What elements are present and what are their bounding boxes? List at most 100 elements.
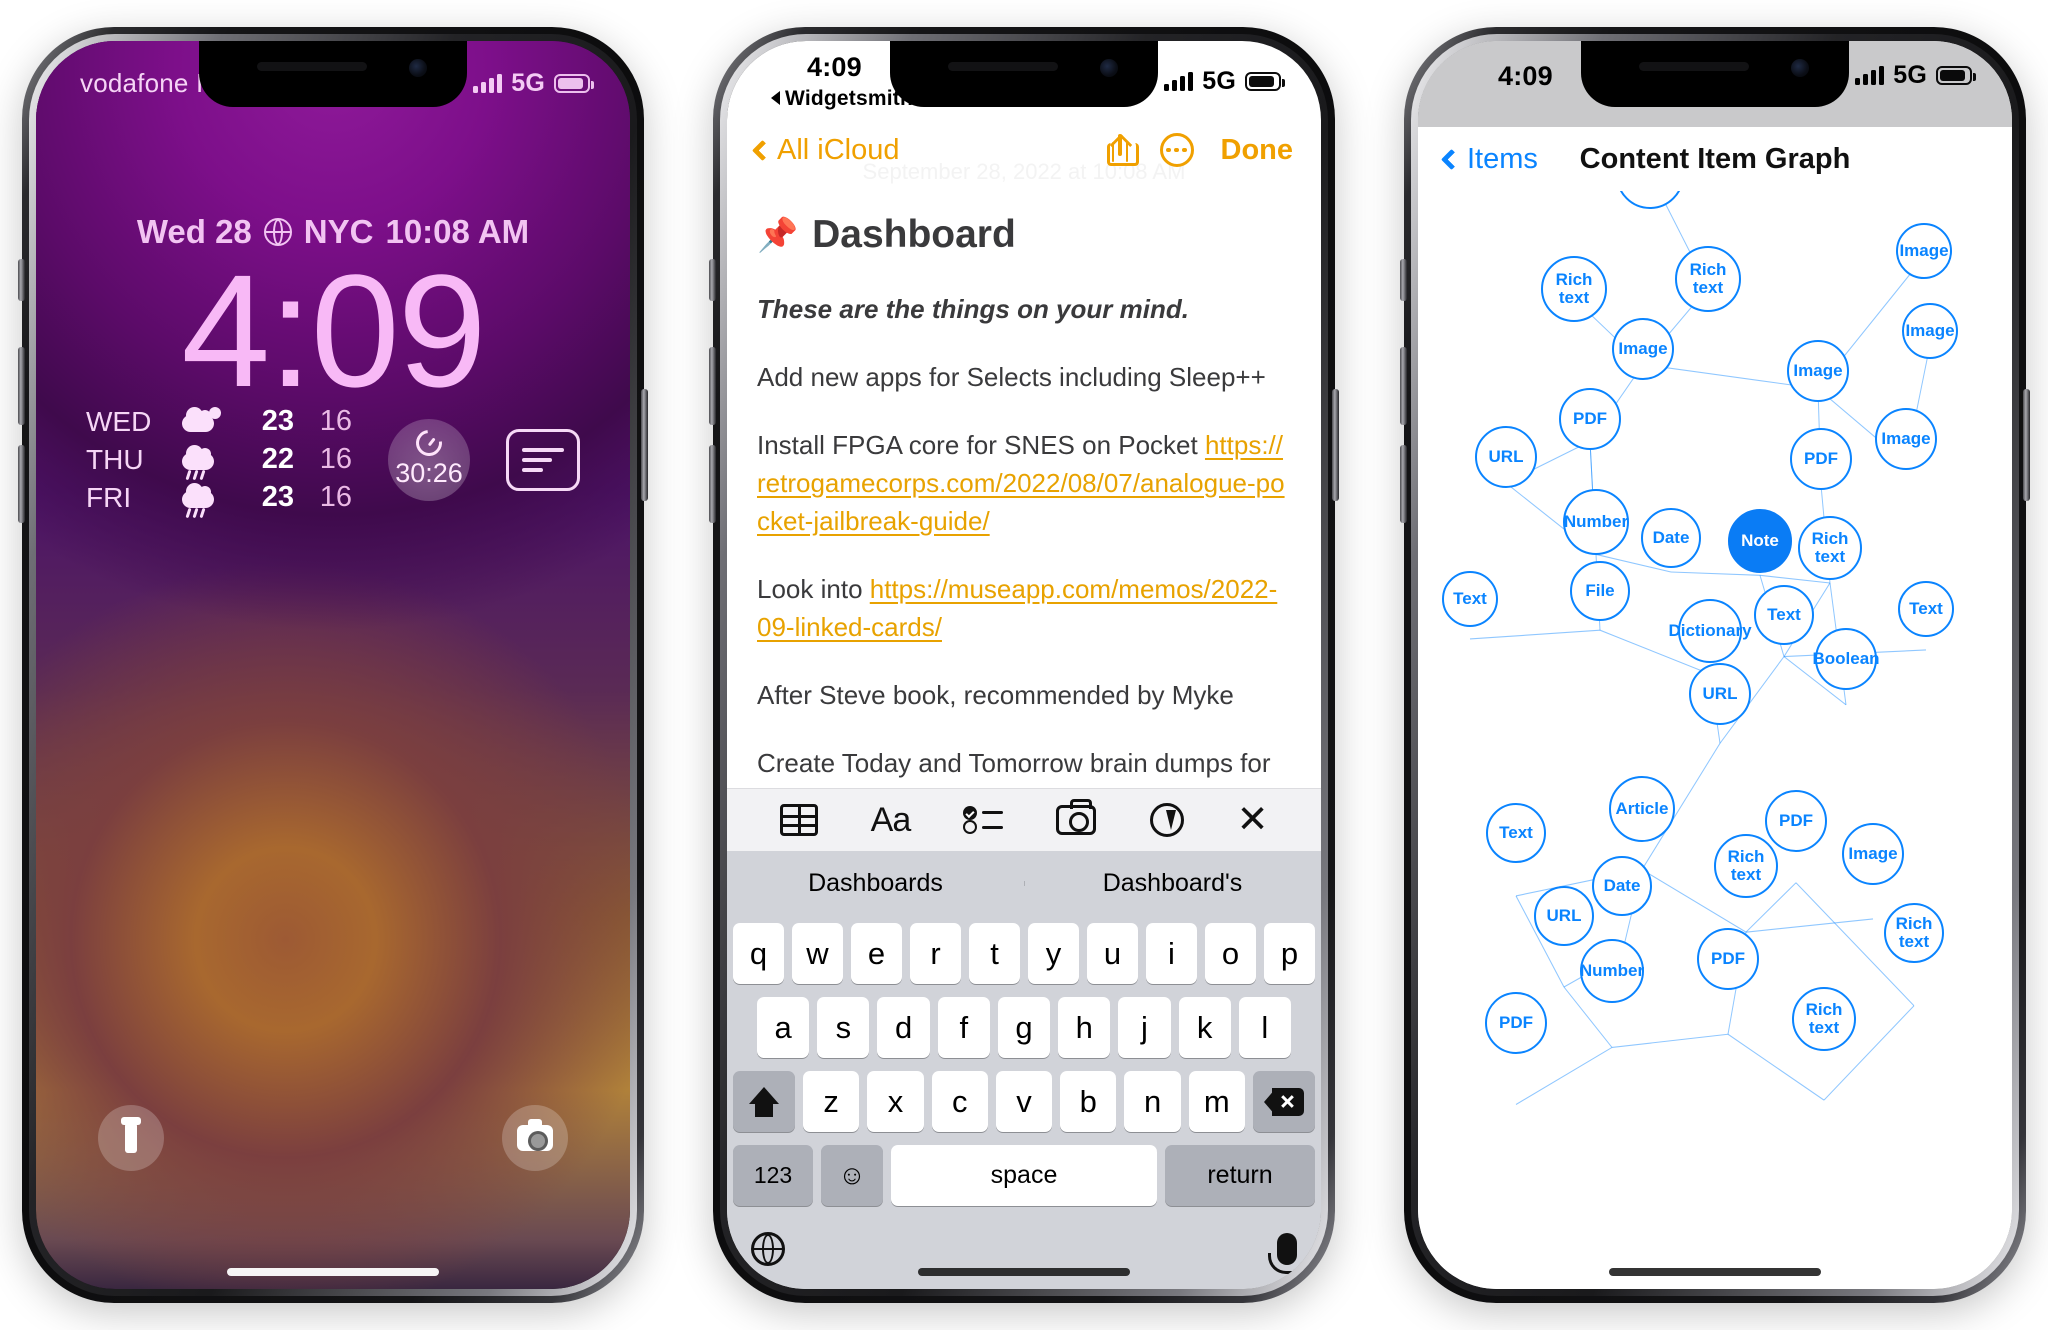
key-p[interactable]: p	[1264, 923, 1315, 984]
emoji-key[interactable]: ☺	[821, 1145, 883, 1206]
graph-node[interactable]: Date	[1592, 856, 1652, 916]
graph-node[interactable]: PDF	[1559, 388, 1621, 450]
graph-node[interactable]: PDF	[1485, 992, 1547, 1054]
flashlight-button[interactable]	[98, 1105, 164, 1171]
volume-up-button[interactable]	[709, 347, 716, 425]
power-button[interactable]	[1332, 389, 1339, 501]
weather-widget[interactable]: WED 23 16 THU 22 16 FRI 23 16	[86, 405, 352, 518]
graph-node[interactable]: Rich text	[1792, 987, 1856, 1051]
graph-node[interactable]: Image	[1875, 408, 1937, 470]
mute-switch[interactable]	[18, 259, 25, 301]
graph-node[interactable]: Note	[1728, 509, 1792, 573]
key-a[interactable]: a	[757, 997, 810, 1058]
key-b[interactable]: b	[1060, 1071, 1117, 1132]
home-indicator[interactable]	[918, 1268, 1130, 1276]
camera-icon[interactable]	[1056, 799, 1097, 835]
graph-node[interactable]: File	[1570, 561, 1630, 621]
numbers-key[interactable]: 123	[733, 1145, 813, 1206]
mute-switch[interactable]	[709, 259, 716, 301]
graph-node[interactable]: Boolean	[1812, 628, 1880, 690]
graph-node[interactable]: Number	[1580, 939, 1644, 1003]
share-icon[interactable]	[1106, 133, 1139, 166]
key-x[interactable]: x	[867, 1071, 924, 1132]
graph-node[interactable]: Image	[1896, 223, 1952, 279]
prediction-item[interactable]: Dashboards	[727, 869, 1024, 898]
home-indicator[interactable]	[227, 1268, 439, 1276]
graph-node[interactable]: Rich text	[1675, 246, 1741, 312]
graph-node[interactable]: Date	[1641, 508, 1701, 568]
key-r[interactable]: r	[910, 923, 961, 984]
volume-up-button[interactable]	[1400, 347, 1407, 425]
shift-key[interactable]	[733, 1071, 796, 1132]
graph-canvas[interactable]: PDFRich textRich textImageImagePDFPDFURL…	[1418, 191, 2012, 1289]
graph-node[interactable]: PDF	[1697, 928, 1759, 990]
key-c[interactable]: c	[931, 1071, 988, 1132]
table-icon[interactable]	[779, 804, 818, 836]
timer-widget[interactable]: 30:26	[388, 418, 470, 501]
graph-node[interactable]: Rich text	[1798, 516, 1862, 580]
graph-node[interactable]: Text	[1486, 803, 1546, 863]
return-key[interactable]: return	[1165, 1145, 1315, 1206]
key-i[interactable]: i	[1146, 923, 1197, 984]
key-t[interactable]: t	[969, 923, 1020, 984]
key-h[interactable]: h	[1058, 997, 1111, 1058]
key-l[interactable]: l	[1238, 997, 1291, 1058]
done-button[interactable]: Done	[1221, 134, 1294, 167]
key-k[interactable]: k	[1178, 997, 1231, 1058]
key-z[interactable]: z	[803, 1071, 860, 1132]
power-button[interactable]	[641, 389, 648, 501]
key-w[interactable]: w	[792, 923, 843, 984]
graph-node[interactable]: URL	[1689, 663, 1751, 725]
back-to-items-button[interactable]: Items	[1440, 143, 1538, 176]
prediction-item[interactable]: Dashboard's	[1024, 869, 1321, 898]
key-o[interactable]: o	[1205, 923, 1256, 984]
more-circle-icon[interactable]	[1159, 133, 1194, 167]
volume-up-button[interactable]	[18, 347, 25, 425]
graph-node[interactable]: Rich text	[1714, 834, 1778, 898]
graph-node[interactable]: Rich text	[1541, 256, 1607, 322]
mute-switch[interactable]	[1400, 259, 1407, 301]
space-key[interactable]: space	[891, 1145, 1157, 1206]
notes-widget[interactable]	[506, 428, 580, 491]
graph-node[interactable]: Image	[1842, 823, 1904, 885]
key-s[interactable]: s	[817, 997, 870, 1058]
camera-button[interactable]	[502, 1105, 568, 1171]
checklist-icon[interactable]	[963, 805, 1004, 835]
graph-node[interactable]: Image	[1902, 303, 1958, 359]
graph-node[interactable]: Image	[1787, 340, 1849, 402]
key-f[interactable]: f	[937, 997, 990, 1058]
graph-node[interactable]: URL	[1475, 426, 1537, 488]
key-u[interactable]: u	[1087, 923, 1138, 984]
graph-node[interactable]: Text	[1442, 571, 1498, 627]
key-d[interactable]: d	[877, 997, 930, 1058]
close-icon[interactable]: ✕	[1237, 801, 1269, 839]
graph-node[interactable]: PDF	[1765, 790, 1827, 852]
key-e[interactable]: e	[851, 923, 902, 984]
key-n[interactable]: n	[1124, 1071, 1181, 1132]
home-indicator[interactable]	[1609, 1268, 1821, 1276]
volume-down-button[interactable]	[1400, 445, 1407, 523]
key-y[interactable]: y	[1028, 923, 1079, 984]
graph-node[interactable]: Image	[1612, 318, 1674, 380]
graph-node[interactable]: Number	[1563, 489, 1629, 555]
back-to-app-link[interactable]: Widgetsmith	[771, 88, 913, 109]
graph-node[interactable]: Dictionary	[1668, 599, 1752, 663]
format-aa-icon[interactable]: Aa	[871, 803, 912, 837]
microphone-icon[interactable]	[1268, 1233, 1312, 1274]
key-q[interactable]: q	[733, 923, 784, 984]
key-g[interactable]: g	[997, 997, 1051, 1058]
delete-key[interactable]	[1252, 1071, 1315, 1132]
volume-down-button[interactable]	[709, 445, 716, 523]
graph-node[interactable]: URL	[1534, 886, 1594, 946]
key-v[interactable]: v	[995, 1071, 1053, 1132]
graph-node[interactable]: Rich text	[1884, 903, 1944, 963]
graph-node[interactable]: PDF	[1790, 428, 1852, 490]
power-button[interactable]	[2023, 389, 2030, 501]
volume-down-button[interactable]	[18, 445, 25, 523]
markup-pen-icon[interactable]	[1149, 803, 1184, 837]
key-m[interactable]: m	[1188, 1071, 1245, 1132]
graph-node[interactable]: Article	[1609, 776, 1675, 842]
graph-node[interactable]: Text	[1754, 585, 1814, 645]
key-j[interactable]: j	[1118, 997, 1171, 1058]
graph-node[interactable]: Text	[1898, 581, 1954, 637]
